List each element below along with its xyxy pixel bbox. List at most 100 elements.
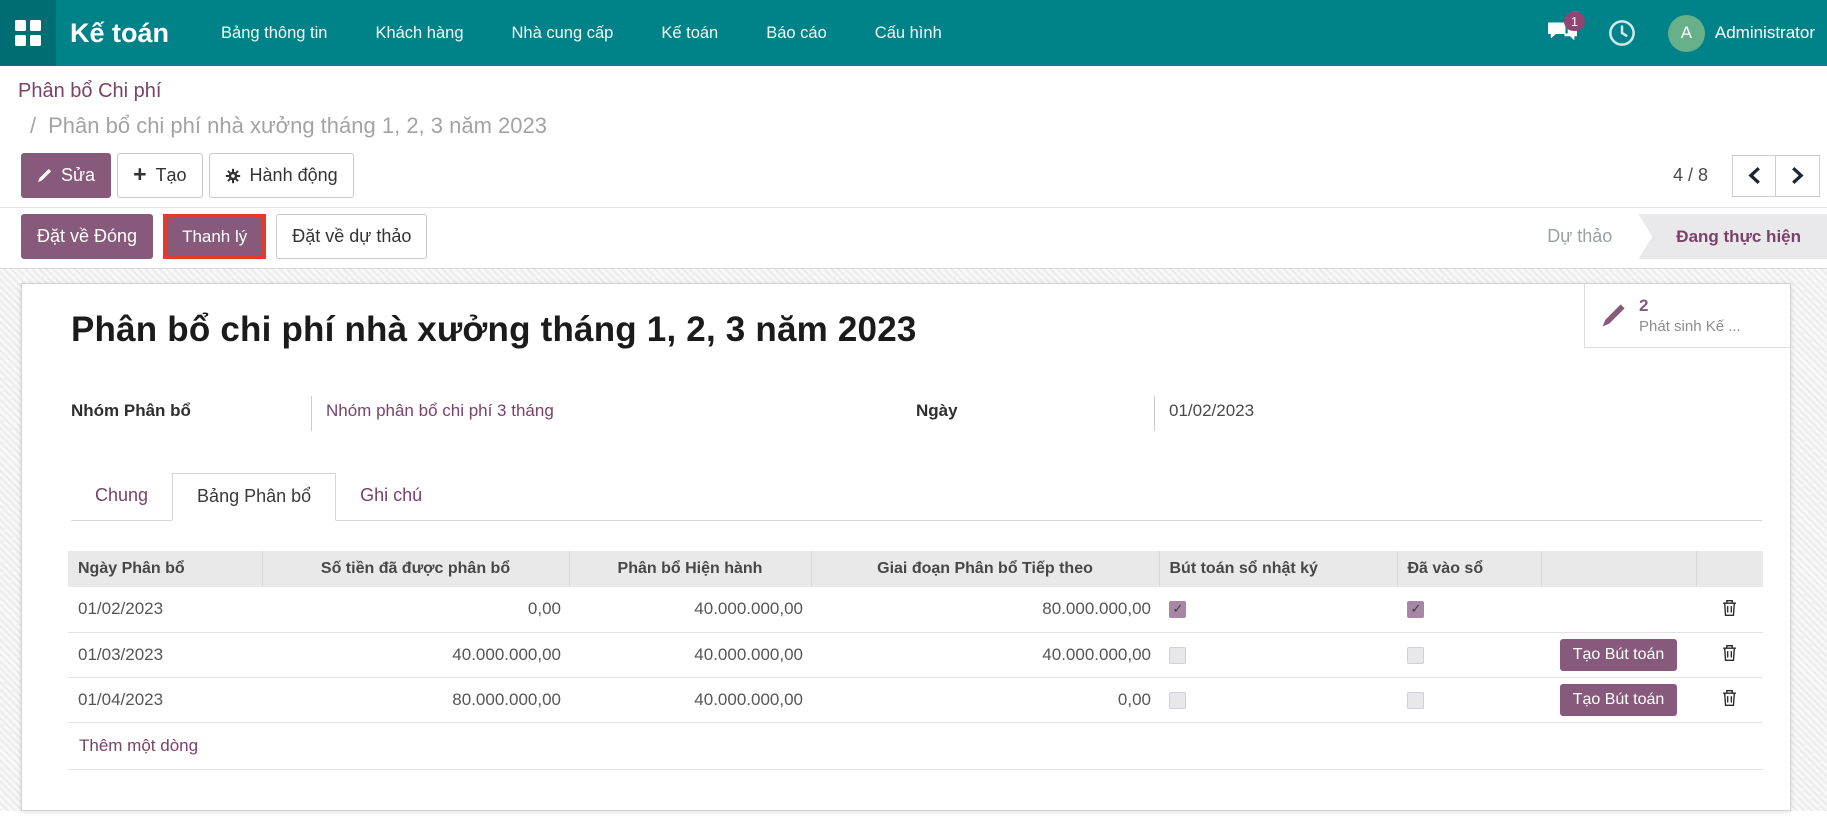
cell-next: 80.000.000,00 [811, 587, 1159, 632]
form-sheet: 2 Phát sinh Kế ... Phân bổ chi phí nhà x… [21, 283, 1791, 811]
header-next-period[interactable]: Giai đoạn Phân bổ Tiếp theo [811, 551, 1159, 587]
menu-item-vendors[interactable]: Nhà cung cấp [488, 0, 638, 66]
user-name: Administrator [1715, 23, 1815, 43]
chevron-right-icon [1790, 167, 1805, 184]
breadcrumb-separator: / [30, 113, 36, 139]
pager-next-button[interactable] [1776, 155, 1820, 197]
posted-checkbox[interactable] [1407, 601, 1424, 618]
journal-entry-checkbox[interactable] [1169, 692, 1186, 709]
apps-menu-button[interactable] [0, 0, 56, 66]
cell-date: 01/02/2023 [68, 587, 262, 632]
cell-allocated: 0,00 [262, 587, 569, 632]
statusbar: Đặt về Đóng Thanh lý Đặt về dự thảo Dự t… [0, 207, 1827, 269]
user-avatar: A [1668, 15, 1705, 52]
cell-allocated: 80.000.000,00 [262, 677, 569, 722]
allocation-group-label: Nhóm Phân bổ [71, 396, 311, 421]
table-header-row: Ngày Phân bổ Số tiền đã được phân bổ Phâ… [68, 551, 1763, 587]
posted-checkbox[interactable] [1407, 692, 1424, 709]
breadcrumb: Phân bổ Chi phí / Phân bổ chi phí nhà xư… [0, 66, 1827, 139]
header-actions [1541, 551, 1696, 587]
breadcrumb-current-line: / Phân bổ chi phí nhà xưởng tháng 1, 2, … [30, 113, 1827, 139]
trash-icon [1722, 689, 1737, 707]
messages-button[interactable]: 1 [1547, 21, 1578, 46]
highlight-box: Thanh lý [163, 214, 266, 259]
set-closed-button[interactable]: Đặt về Đóng [21, 214, 153, 259]
delete-row-button[interactable] [1720, 687, 1739, 709]
table-row[interactable]: 01/02/2023 0,00 40.000.000,00 80.000.000… [68, 587, 1763, 632]
posted-checkbox[interactable] [1407, 647, 1424, 664]
breadcrumb-parent-link[interactable]: Phân bổ Chi phí [18, 80, 161, 102]
header-posted[interactable]: Đã vào sổ [1397, 551, 1541, 587]
field-group: Nhóm Phân bổ Nhóm phân bổ chi phí 3 thán… [71, 396, 1741, 431]
create-entry-button[interactable]: Tạo Bút toán [1560, 684, 1678, 716]
stat-label: Phát sinh Kế ... [1639, 317, 1741, 337]
apps-grid-icon [15, 20, 41, 46]
journal-entry-checkbox[interactable] [1169, 647, 1186, 664]
cell-next: 0,00 [811, 677, 1159, 722]
date-label: Ngày [916, 396, 1154, 421]
table-row[interactable]: 01/04/2023 80.000.000,00 40.000.000,00 0… [68, 677, 1763, 722]
create-button[interactable]: + Tạo [117, 153, 202, 198]
pencil-icon [37, 168, 52, 183]
tab-general[interactable]: Chung [71, 473, 172, 520]
pager-counter: 4 / 8 [1673, 165, 1708, 186]
cell-current: 40.000.000,00 [569, 587, 811, 632]
set-draft-button[interactable]: Đặt về dự thảo [276, 214, 427, 259]
tab-allocation-table[interactable]: Bảng Phân bổ [172, 473, 336, 521]
state-draft[interactable]: Dự thảo [1521, 214, 1638, 259]
record-pager: 4 / 8 [1673, 155, 1820, 197]
main-menu: Bảng thông tin Khách hàng Nhà cung cấp K… [197, 0, 966, 66]
header-delete [1696, 551, 1763, 587]
edit-button[interactable]: Sửa [21, 153, 111, 198]
header-amount-allocated[interactable]: Số tiền đã được phân bổ [262, 551, 569, 587]
breadcrumb-current: Phân bổ chi phí nhà xưởng tháng 1, 2, 3 … [48, 113, 547, 139]
delete-row-button[interactable] [1720, 597, 1739, 619]
menu-item-customers[interactable]: Khách hàng [351, 0, 487, 66]
trash-icon [1722, 599, 1737, 617]
chevron-left-icon [1747, 167, 1762, 184]
liquidate-button[interactable]: Thanh lý [167, 218, 262, 255]
pager-previous-button[interactable] [1732, 155, 1776, 197]
delete-row-button[interactable] [1720, 642, 1739, 664]
header-allocation-date[interactable]: Ngày Phân bổ [68, 551, 262, 587]
form-background: 2 Phát sinh Kế ... Phân bổ chi phí nhà x… [0, 269, 1827, 811]
table-row[interactable]: 01/03/2023 40.000.000,00 40.000.000,00 4… [68, 632, 1763, 677]
cell-allocated: 40.000.000,00 [262, 632, 569, 677]
tab-notes[interactable]: Ghi chú [336, 473, 446, 520]
user-menu[interactable]: A Administrator [1668, 15, 1815, 52]
menu-item-dashboard[interactable]: Bảng thông tin [197, 0, 351, 66]
action-menu-button[interactable]: Hành động [209, 153, 354, 198]
menu-item-settings[interactable]: Cấu hình [851, 0, 966, 66]
journal-entry-checkbox[interactable] [1169, 601, 1186, 618]
state-running[interactable]: Đang thực hiện [1638, 214, 1827, 259]
create-entry-button[interactable]: Tạo Bút toán [1560, 639, 1678, 671]
cell-current: 40.000.000,00 [569, 632, 811, 677]
notebook-tabs: Chung Bảng Phân bổ Ghi chú [71, 473, 1762, 521]
allocation-table: Ngày Phân bổ Số tiền đã được phân bổ Phâ… [68, 551, 1762, 770]
plus-icon: + [133, 163, 146, 186]
allocation-group-value-link[interactable]: Nhóm phân bổ chi phí 3 tháng [326, 401, 554, 420]
top-navbar: Kế toán Bảng thông tin Khách hàng Nhà cu… [0, 0, 1827, 66]
menu-item-reports[interactable]: Báo cáo [742, 0, 851, 66]
trash-icon [1722, 644, 1737, 662]
form-toolbar: Sửa + Tạo Hành động 4 / 8 [0, 139, 1827, 207]
stat-count: 2 [1639, 295, 1741, 317]
journal-entries-stat-button[interactable]: 2 Phát sinh Kế ... [1584, 284, 1790, 348]
cell-current: 40.000.000,00 [569, 677, 811, 722]
header-current-allocation[interactable]: Phân bổ Hiện hành [569, 551, 811, 587]
activities-button[interactable] [1608, 19, 1636, 47]
header-journal-entry[interactable]: Bút toán sổ nhật ký [1159, 551, 1397, 587]
menu-item-accounting[interactable]: Kế toán [637, 0, 742, 66]
app-brand[interactable]: Kế toán [70, 18, 169, 49]
cell-date: 01/04/2023 [68, 677, 262, 722]
cell-next: 40.000.000,00 [811, 632, 1159, 677]
add-line-link[interactable]: Thêm một dòng [68, 722, 1763, 769]
navbar-right: 1 A Administrator [1547, 15, 1827, 52]
cell-date: 01/03/2023 [68, 632, 262, 677]
clock-icon [1608, 19, 1636, 47]
message-count-badge: 1 [1564, 12, 1585, 31]
gear-icon [225, 168, 241, 184]
state-widget: Dự thảo Đang thực hiện [1521, 214, 1827, 259]
date-value: 01/02/2023 [1154, 396, 1741, 431]
pencil-icon [1601, 303, 1626, 328]
